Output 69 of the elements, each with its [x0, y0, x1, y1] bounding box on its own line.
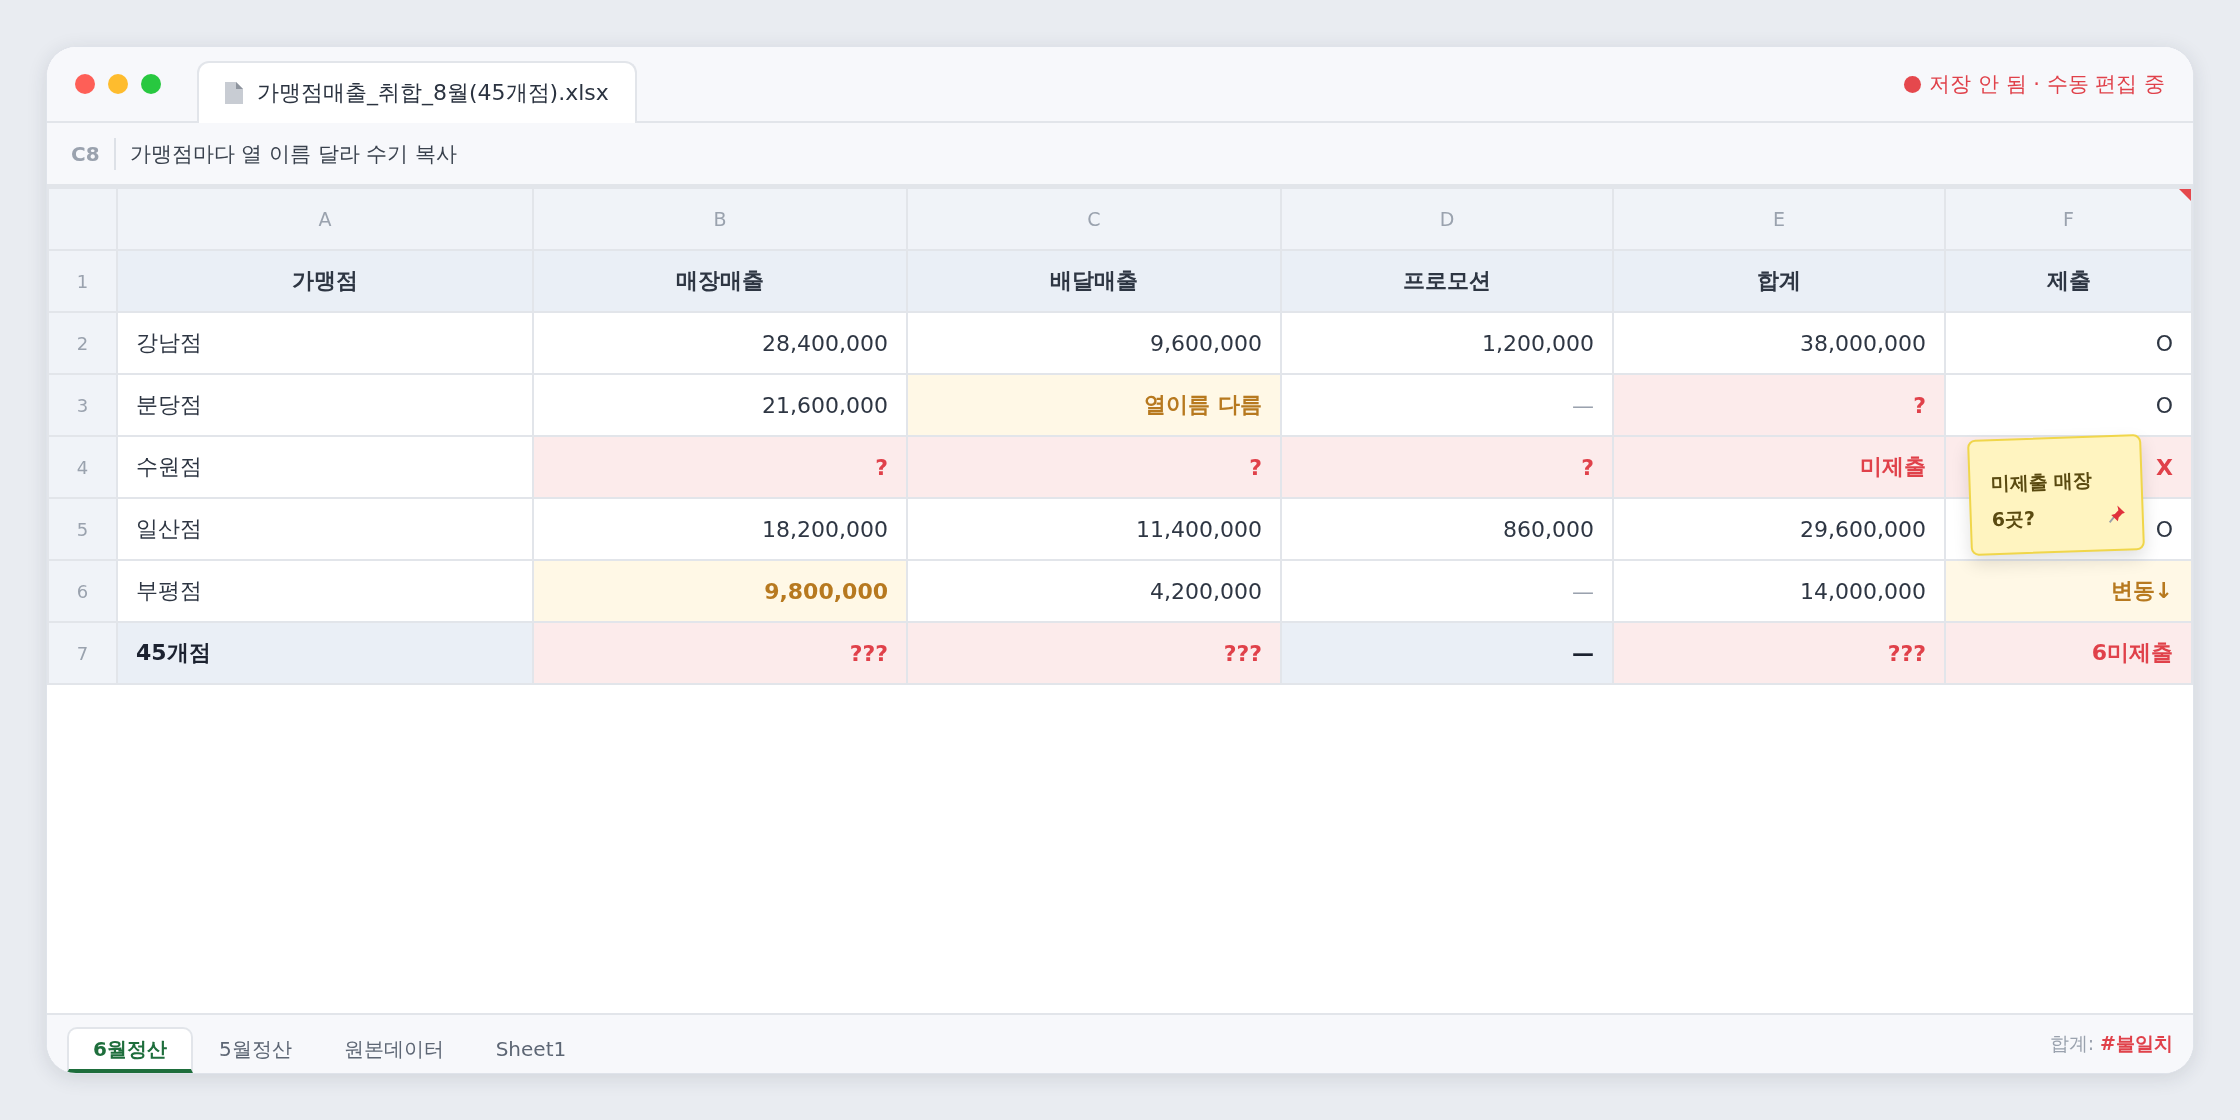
table-cell: 45개점 [117, 622, 533, 684]
table-cell: 수원점 [117, 436, 533, 498]
table-cell: 29,600,000 [1613, 498, 1945, 560]
row-header[interactable]: 6 [48, 560, 117, 622]
table-cell: O [1945, 312, 2192, 374]
table-cell: ? [1613, 374, 1945, 436]
table-cell: 변동↓ [1945, 560, 2192, 622]
sheet-tab[interactable]: 원본데이터 [317, 1027, 470, 1073]
table-cell: 14,000,000 [1613, 560, 1945, 622]
table-cell: 18,200,000 [533, 498, 907, 560]
table-cell: 38,000,000 [1613, 312, 1945, 374]
column-header[interactable]: D [1281, 188, 1613, 250]
table-cell: 열이름 다름 [907, 374, 1281, 436]
table-cell: ? [907, 436, 1281, 498]
formula-content[interactable]: 가맹점마다 열 이름 달라 수기 복사 [115, 139, 457, 168]
sheet-tab[interactable]: Sheet1 [469, 1027, 593, 1073]
column-header[interactable]: A [117, 188, 533, 250]
save-status: 저장 안 됨 · 수동 편집 중 [1929, 71, 2165, 98]
table-cell: 부평점 [117, 560, 533, 622]
table-cell: ??? [907, 622, 1281, 684]
row-header[interactable]: 5 [48, 498, 117, 560]
close-button[interactable] [75, 74, 95, 94]
column-header[interactable]: F [1945, 188, 2192, 250]
row-header[interactable]: 4 [48, 436, 117, 498]
sheet-tab[interactable]: 5월정산 [192, 1027, 318, 1073]
table-cell: — [1281, 560, 1613, 622]
row-header[interactable]: 3 [48, 374, 117, 436]
table-cell: 28,400,000 [533, 312, 907, 374]
sheet-tab[interactable]: 6월정산 [67, 1027, 193, 1073]
table-cell: ? [533, 436, 907, 498]
field-header-cell: 프로모션 [1281, 250, 1613, 312]
table-cell: — [1281, 374, 1613, 436]
field-header-cell: 합계 [1613, 250, 1945, 312]
table-cell: 1,200,000 [1281, 312, 1613, 374]
column-header[interactable]: C [907, 188, 1281, 250]
table-cell: — [1281, 622, 1613, 684]
table-cell: 4,200,000 [907, 560, 1281, 622]
table-cell: 미제출 [1613, 436, 1945, 498]
field-header-cell: 매장매출 [533, 250, 907, 312]
unsaved-dot-icon [1904, 75, 1922, 93]
table-cell: 6미제출 [1945, 622, 2192, 684]
minimize-button[interactable] [108, 74, 128, 94]
table-cell: 9,600,000 [907, 312, 1281, 374]
table-cell: 강남점 [117, 312, 533, 374]
comment-marker-icon [2179, 189, 2191, 201]
table-cell: 11,400,000 [907, 498, 1281, 560]
table-cell: 9,800,000 [533, 560, 907, 622]
table-cell: 분당점 [117, 374, 533, 436]
table-cell: 860,000 [1281, 498, 1613, 560]
column-header[interactable]: E [1613, 188, 1945, 250]
table-cell: 일산점 [117, 498, 533, 560]
document-icon [225, 82, 243, 104]
column-header[interactable]: B [533, 188, 907, 250]
table-cell: ??? [533, 622, 907, 684]
table-cell: O [1945, 374, 2192, 436]
field-header-cell: 가맹점 [117, 250, 533, 312]
sum-label: 합계: [2049, 1031, 2095, 1056]
row-header[interactable]: 7 [48, 622, 117, 684]
table-cell: 21,600,000 [533, 374, 907, 436]
field-header-cell: 제출 [1945, 250, 2192, 312]
maximize-button[interactable] [141, 74, 161, 94]
field-header-cell: 배달매출 [907, 250, 1281, 312]
row-header[interactable]: 2 [48, 312, 117, 374]
table-cell: ? [1281, 436, 1613, 498]
table-cell: ??? [1613, 622, 1945, 684]
file-tab[interactable]: 가맹점매출_취합_8월(45개점).xlsx [197, 61, 637, 123]
sum-value: #불일치 [2100, 1031, 2173, 1056]
cell-reference: C8 [71, 137, 116, 170]
row-header[interactable]: 1 [48, 250, 117, 312]
